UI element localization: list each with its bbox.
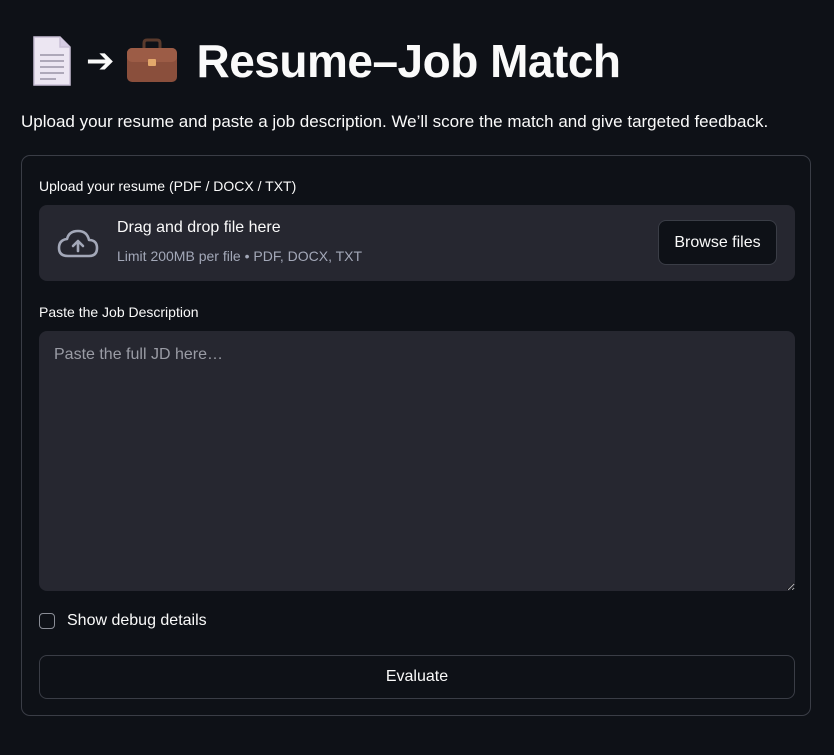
dropzone-instruction: Drag and drop file here [117, 219, 281, 236]
evaluation-form: Upload your resume (PDF / DOCX / TXT) Dr… [21, 155, 811, 716]
browse-files-button[interactable]: Browse files [658, 220, 777, 265]
resume-upload-label: Upload your resume (PDF / DOCX / TXT) [39, 178, 297, 194]
dropzone-limit-text: Limit 200MB per file • PDF, DOCX, TXT [117, 248, 363, 264]
briefcase-icon [125, 38, 179, 84]
page-document-icon [30, 35, 74, 87]
cloud-upload-icon [56, 227, 100, 259]
evaluate-button[interactable]: Evaluate [39, 655, 795, 699]
job-description-label: Paste the Job Description [39, 304, 199, 320]
debug-checkbox[interactable] [39, 613, 55, 629]
debug-checkbox-row[interactable]: Show debug details [39, 612, 207, 630]
page-title: Resume–Job Match [196, 35, 622, 87]
debug-checkbox-label[interactable]: Show debug details [67, 612, 207, 630]
page-header: ➔ Resume–Job Match [30, 30, 621, 92]
page-subtitle: Upload your resume and paste a job descr… [21, 112, 769, 131]
file-dropzone[interactable]: Drag and drop file here Limit 200MB per … [39, 205, 795, 281]
job-description-textarea[interactable] [39, 331, 795, 591]
arrow-right-icon: ➔ [86, 42, 115, 80]
